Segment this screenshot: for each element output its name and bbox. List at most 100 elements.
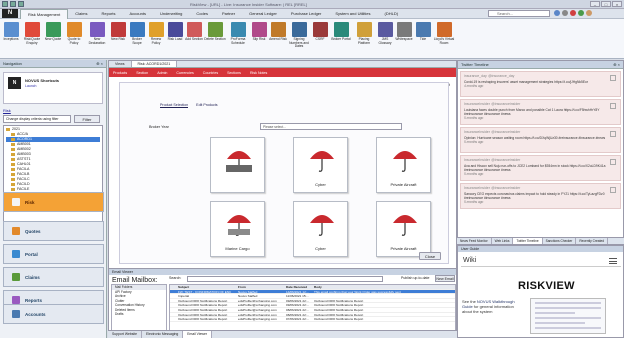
ribbon-button-17[interactable]: Placing Platform <box>353 22 375 58</box>
ribbon-button-7[interactable]: Renew Policy <box>147 22 165 58</box>
info-icon[interactable] <box>578 10 584 16</box>
ribbon-button-18[interactable]: JMS Glossary <box>376 22 394 58</box>
search-input[interactable]: Search... <box>488 10 550 17</box>
menu-reports[interactable]: Reports <box>94 11 122 16</box>
settings-icon[interactable] <box>562 10 568 16</box>
ribbon-button-10[interactable]: Delete Section <box>204 22 226 58</box>
tweet-handle[interactable]: insurance_day @insurance_day <box>464 74 617 79</box>
ribbon-button-20[interactable]: Tide <box>414 22 432 58</box>
bottom-tab[interactable]: Electronic Messaging <box>142 331 184 338</box>
bottom-tab[interactable]: Support Website <box>108 331 143 338</box>
column-header[interactable]: Date Received <box>286 285 314 289</box>
email-search-input[interactable] <box>187 276 383 282</box>
maximize-button[interactable]: □ <box>601 1 611 7</box>
menu-system-utilities[interactable]: System and Utilities <box>328 11 377 16</box>
tab-views[interactable]: Views <box>109 61 132 67</box>
menu-icon[interactable] <box>609 258 617 264</box>
menu-accounts[interactable]: Accounts <box>123 11 153 16</box>
ribbon-button-3[interactable]: Quote to Policy <box>63 22 85 58</box>
product-tile[interactable]: Cyber <box>293 137 348 193</box>
right-tab[interactable]: Recently Created <box>576 238 609 244</box>
ribbon-button-11[interactable]: ProForma Schedule <box>227 22 249 58</box>
quick-access-toolbar[interactable] <box>2 1 24 7</box>
bottom-tab[interactable]: Email Viewer <box>183 331 212 338</box>
ribbon-button-14[interactable]: Signing Numbers and Dates <box>288 22 310 58</box>
product-tile[interactable]: Private Aircraft <box>376 201 431 257</box>
menu-dhld[interactable]: (DHLD) <box>377 11 405 16</box>
ribbon-button-9[interactable]: Add Section <box>185 22 203 58</box>
ribbon-button-5[interactable]: New Risk <box>109 22 127 58</box>
riskbar-item-1[interactable]: Section <box>136 71 148 75</box>
tweet-handle[interactable]: InsuranceInsider @insuranceinsider <box>464 130 617 135</box>
home-icon[interactable] <box>18 1 24 7</box>
ribbon-button-4[interactable]: New Declaration <box>86 22 108 58</box>
new-email-button[interactable]: New Email <box>435 275 455 282</box>
minimize-button[interactable]: – <box>590 1 600 7</box>
right-tab[interactable]: News Feed Monitor <box>457 238 492 244</box>
column-header[interactable]: Subject <box>178 285 238 289</box>
riskbar-item-5[interactable]: Sections <box>227 71 241 75</box>
product-tile[interactable]: Private Aircraft <box>376 137 431 193</box>
ribbon-button-2[interactable]: New Quote <box>44 22 62 58</box>
tweet-handle[interactable]: InsuranceInsider @insuranceinsider <box>464 186 617 191</box>
menu-codes[interactable]: Codes <box>189 11 215 16</box>
tab-product-selection[interactable]: Product Selection <box>160 103 189 108</box>
menu-underwriting[interactable]: Underwriting <box>153 11 189 16</box>
tab-risk-acord1[interactable]: Risk: ACORD1/2021 <box>131 61 178 67</box>
user-icon[interactable] <box>570 10 576 16</box>
nav-accounts[interactable]: Accounts <box>3 304 104 324</box>
product-tile[interactable]: Cyber <box>293 201 348 257</box>
save-icon[interactable] <box>2 1 8 7</box>
riskbar-item-0[interactable]: Products <box>113 71 127 75</box>
logout-icon[interactable] <box>586 10 592 16</box>
ribbon-button-15[interactable]: CSRF <box>311 22 329 58</box>
table-row[interactable]: Outbound DRO Notifications Report edsProf… <box>170 317 455 322</box>
pin-icon[interactable]: ⊕ × <box>96 60 103 68</box>
nav-portal[interactable]: Portal <box>3 244 104 264</box>
nav-quotes[interactable]: Quotes <box>3 221 104 241</box>
riskbar-item-4[interactable]: Countries <box>203 71 218 75</box>
filter-criteria-field[interactable]: Change display criteria using filter <box>3 115 71 123</box>
menu-claims[interactable]: Claims <box>68 11 94 16</box>
ribbon-button-1[interactable]: Risk/Quote Enquiry <box>21 22 43 58</box>
menu-purchase-ledger[interactable]: Purchase Ledger <box>284 11 328 16</box>
product-tile[interactable] <box>210 137 265 193</box>
ribbon-button-6[interactable]: Broker Scope <box>128 22 146 58</box>
ribbon-button-8[interactable]: Risk Load <box>166 22 184 58</box>
right-tab[interactable]: Sanctions Checker <box>543 238 577 244</box>
ribbon-button-19[interactable]: Whitespace <box>395 22 413 58</box>
ribbon-button-16[interactable]: Broker Portal <box>330 22 352 58</box>
ribbon-button-12[interactable]: Slip Risk <box>250 22 268 58</box>
menu-partner[interactable]: Partner <box>215 11 242 16</box>
riskbar-item-3[interactable]: Currencies <box>176 71 193 75</box>
column-header[interactable]: Body <box>314 285 455 289</box>
risk-link[interactable]: Risk <box>3 108 103 113</box>
column-header[interactable] <box>170 285 178 289</box>
help-icon[interactable] <box>554 10 560 16</box>
refresh-icon[interactable] <box>10 1 16 7</box>
publish-button[interactable]: Publish up-to-date <box>401 276 429 280</box>
menu-risk-management[interactable]: Risk Management <box>20 8 69 19</box>
nav-claims[interactable]: Claims <box>3 267 104 287</box>
menu-general-ledger[interactable]: General Ledger <box>242 11 284 16</box>
close-window-button[interactable]: × <box>612 1 622 7</box>
tweet-handle[interactable]: InsuranceInsider @insuranceinsider <box>464 102 617 107</box>
riskbar-item-6[interactable]: Risk Notes <box>250 71 267 75</box>
ribbon-button-13[interactable]: Amend Risk <box>269 22 287 58</box>
ribbon-button-0[interactable]: Inceptions <box>2 22 20 58</box>
riskbar-item-2[interactable]: Admin <box>157 71 167 75</box>
nav-risk[interactable]: Risk <box>3 192 104 212</box>
right-tab[interactable]: Web Links <box>492 238 514 244</box>
close-button[interactable]: Close <box>419 252 441 260</box>
tweet-handle[interactable]: InsuranceInsider @insuranceinsider <box>464 158 617 163</box>
filter-button[interactable]: Filter <box>74 115 100 123</box>
mail-folder[interactable]: Drafts <box>112 312 166 317</box>
column-header[interactable]: From <box>238 285 286 289</box>
launch-link[interactable]: Launch <box>25 84 36 88</box>
broker-year-select[interactable]: Please select... <box>260 123 402 130</box>
tab-edit-products[interactable]: Edit Products <box>196 103 217 108</box>
pin-icon[interactable]: ⊕ × <box>613 61 620 69</box>
product-tile[interactable]: Marine Cargo <box>210 201 265 257</box>
ribbon-button-21[interactable]: Lloyd's Virtual Room <box>433 22 455 58</box>
right-tab[interactable]: Twitter Timeline <box>513 238 543 244</box>
